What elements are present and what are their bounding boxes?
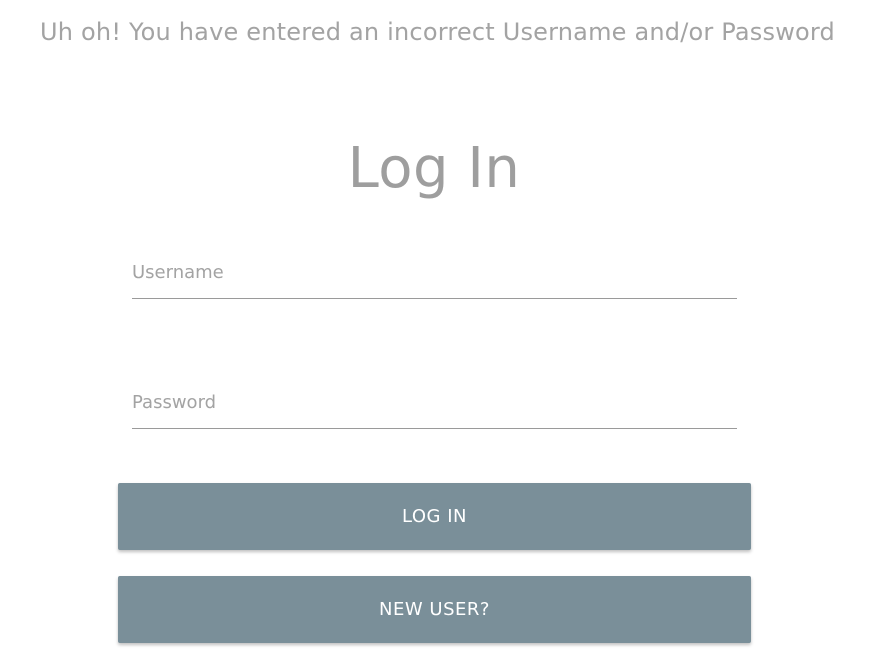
new-user-button[interactable]: NEW USER? — [118, 576, 751, 643]
password-input[interactable] — [132, 376, 737, 429]
username-input[interactable] — [132, 246, 737, 299]
login-button[interactable]: LOG IN — [118, 483, 751, 550]
error-message: Uh oh! You have entered an incorrect Use… — [40, 18, 835, 46]
page-title: Log In — [347, 136, 521, 201]
